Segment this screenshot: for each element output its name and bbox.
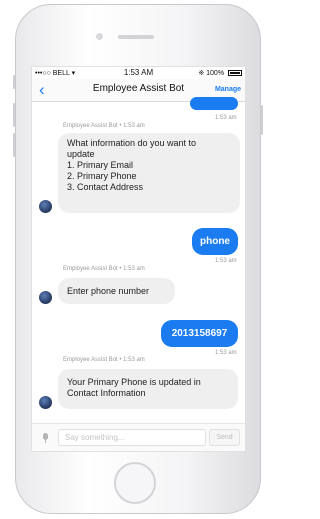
volume-down-button [13, 133, 15, 157]
page-title: Employee Assist Bot [92, 83, 185, 94]
camera-icon [96, 33, 103, 40]
bot-avatar [39, 291, 52, 304]
user-message: phone [192, 228, 238, 255]
bot-message: Your Primary Phone is updated in Contact… [58, 369, 238, 409]
bluetooth-icon: ※ [198, 70, 205, 77]
speaker-grille [118, 35, 154, 39]
message-time: 1:53 am [215, 258, 237, 264]
message-time: 1:53 am [215, 115, 237, 121]
composer: Send [32, 423, 245, 451]
message-meta: Employee Assist Bot • 1:53 am [63, 123, 145, 129]
mute-switch [13, 75, 15, 89]
home-button[interactable] [114, 462, 156, 504]
battery-icon [228, 70, 242, 77]
bot-message: What information do you want to update 1… [58, 133, 240, 213]
bot-avatar [39, 200, 52, 213]
status-bar: •••○○ BELL ▾ 1:53 AM ※ 100% [32, 67, 245, 79]
battery-indicator: ※ 100% [198, 69, 242, 77]
volume-up-button [13, 103, 15, 127]
power-button [261, 105, 263, 135]
user-message [190, 97, 238, 110]
message-input[interactable] [58, 429, 206, 446]
message-time: 1:53 am [215, 350, 237, 356]
bot-avatar [39, 396, 52, 409]
bot-message: Enter phone number [58, 278, 175, 304]
chat-screen: •••○○ BELL ▾ 1:53 AM ※ 100% ‹ Employee A… [31, 66, 246, 452]
message-meta: Employee Assist Bot • 1:53 am [63, 266, 145, 272]
manage-button[interactable]: Manage [215, 86, 241, 93]
message-meta: Employee Assist Bot • 1:53 am [63, 357, 145, 363]
send-button[interactable]: Send [209, 429, 240, 446]
microphone-icon[interactable] [43, 433, 48, 443]
user-message: 2013158697 [161, 320, 238, 347]
